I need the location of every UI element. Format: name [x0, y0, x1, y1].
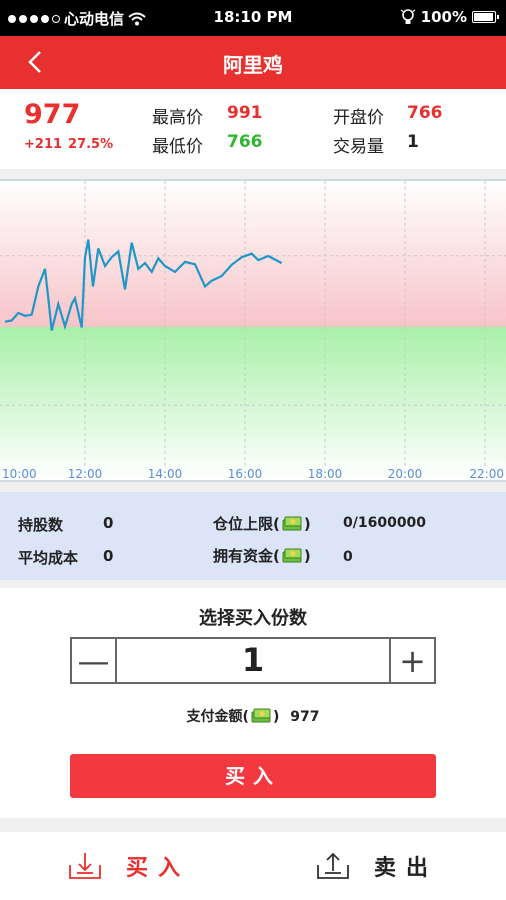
tab-sell-label: 卖出: [374, 856, 439, 881]
buy-confirm-button[interactable]: 买入: [70, 754, 436, 798]
money-stack-icon: [282, 548, 302, 563]
position-limit-value: 0/1600000: [343, 515, 427, 531]
low-price-label: 最低价: [152, 137, 203, 157]
position-limit-label-close: ): [303, 515, 311, 533]
change-amount: +211: [24, 137, 63, 152]
funds-label: 拥有资金(): [213, 545, 311, 566]
price-change: +211 27.5%: [24, 137, 119, 152]
current-price: 977: [24, 99, 81, 130]
increase-button[interactable]: +: [389, 639, 434, 682]
low-price-value: 766: [227, 132, 263, 152]
avg-cost-label: 平均成本: [18, 549, 79, 567]
money-stack-icon: [251, 708, 271, 723]
divider: [0, 580, 506, 588]
price-chart: 10:00 12:00 14:00 16:00 18:00 20:00 22:00: [0, 179, 506, 482]
upload-tray-icon: [317, 852, 349, 879]
chart-x-tick-label: 18:00: [308, 467, 343, 480]
pay-label-close: ): [272, 709, 280, 725]
decrease-button[interactable]: —: [72, 639, 117, 682]
quantity-value[interactable]: 1: [117, 639, 389, 682]
quantity-title: 选择买入份数: [199, 608, 307, 629]
funds-label-close: ): [303, 547, 311, 565]
open-price-label: 开盘价: [333, 108, 384, 128]
status-bar: 心动电信 18:10 PM 100%: [0, 0, 506, 36]
holdings-panel: 持股数 0 平均成本 0 仓位上限() 0/1600000 拥有资金() 0: [0, 492, 506, 580]
page-title: 阿里鸡: [223, 53, 283, 77]
chart-x-tick-label: 16:00: [228, 467, 263, 480]
avg-cost-value: 0: [103, 547, 114, 565]
pay-amount: 支付金额() 977: [0, 706, 506, 726]
chart-below-band: [0, 327, 506, 480]
chart-x-tick-label: 22:00: [469, 467, 504, 480]
quantity-stepper: — 1 +: [70, 637, 436, 684]
status-right: 100%: [400, 8, 499, 26]
shares-label: 持股数: [18, 516, 64, 534]
chart-x-tick-label: 12:00: [68, 467, 103, 480]
price-chart-svg: 10:00 12:00 14:00 16:00 18:00 20:00 22:00: [0, 181, 506, 480]
chart-x-tick-label: 20:00: [388, 467, 423, 480]
divider: [0, 482, 506, 492]
volume-value: 1: [407, 132, 419, 152]
shares-value: 0: [103, 514, 114, 532]
change-percent: 27.5%: [68, 137, 114, 152]
pay-label: 支付金额(: [186, 709, 249, 725]
tab-buy[interactable]: 买入: [68, 850, 190, 882]
money-stack-icon: [282, 516, 302, 531]
position-limit-label: 仓位上限(): [213, 513, 311, 534]
chart-x-tick-label: 10:00: [2, 467, 37, 480]
quote-panel: 977 +211 27.5% 最高价 991 最低价 766 开盘价 766 交易…: [0, 89, 506, 169]
bulb-icon: [400, 9, 416, 24]
battery-icon: [472, 11, 499, 23]
funds-value: 0: [343, 549, 353, 565]
open-price-value: 766: [407, 103, 443, 123]
high-price-value: 991: [227, 103, 263, 123]
nav-bar: 阿里鸡: [0, 36, 506, 89]
divider: [0, 818, 506, 832]
tab-sell[interactable]: 卖出: [316, 850, 438, 882]
bottom-tab-bar: 买入 卖出: [0, 832, 506, 900]
chart-x-tick-label: 14:00: [148, 467, 183, 480]
funds-label-text: 拥有资金(: [213, 547, 280, 565]
volume-label: 交易量: [333, 137, 384, 157]
order-panel: 选择买入份数 — 1 + 支付金额() 977 买入: [0, 588, 506, 818]
position-limit-label-text: 仓位上限(: [213, 515, 280, 533]
divider: [0, 169, 506, 179]
pay-value: 977: [290, 709, 320, 725]
high-price-label: 最高价: [152, 108, 203, 128]
battery-percent: 100%: [420, 8, 467, 26]
download-tray-icon: [69, 853, 101, 879]
tab-buy-label: 买入: [126, 856, 191, 881]
